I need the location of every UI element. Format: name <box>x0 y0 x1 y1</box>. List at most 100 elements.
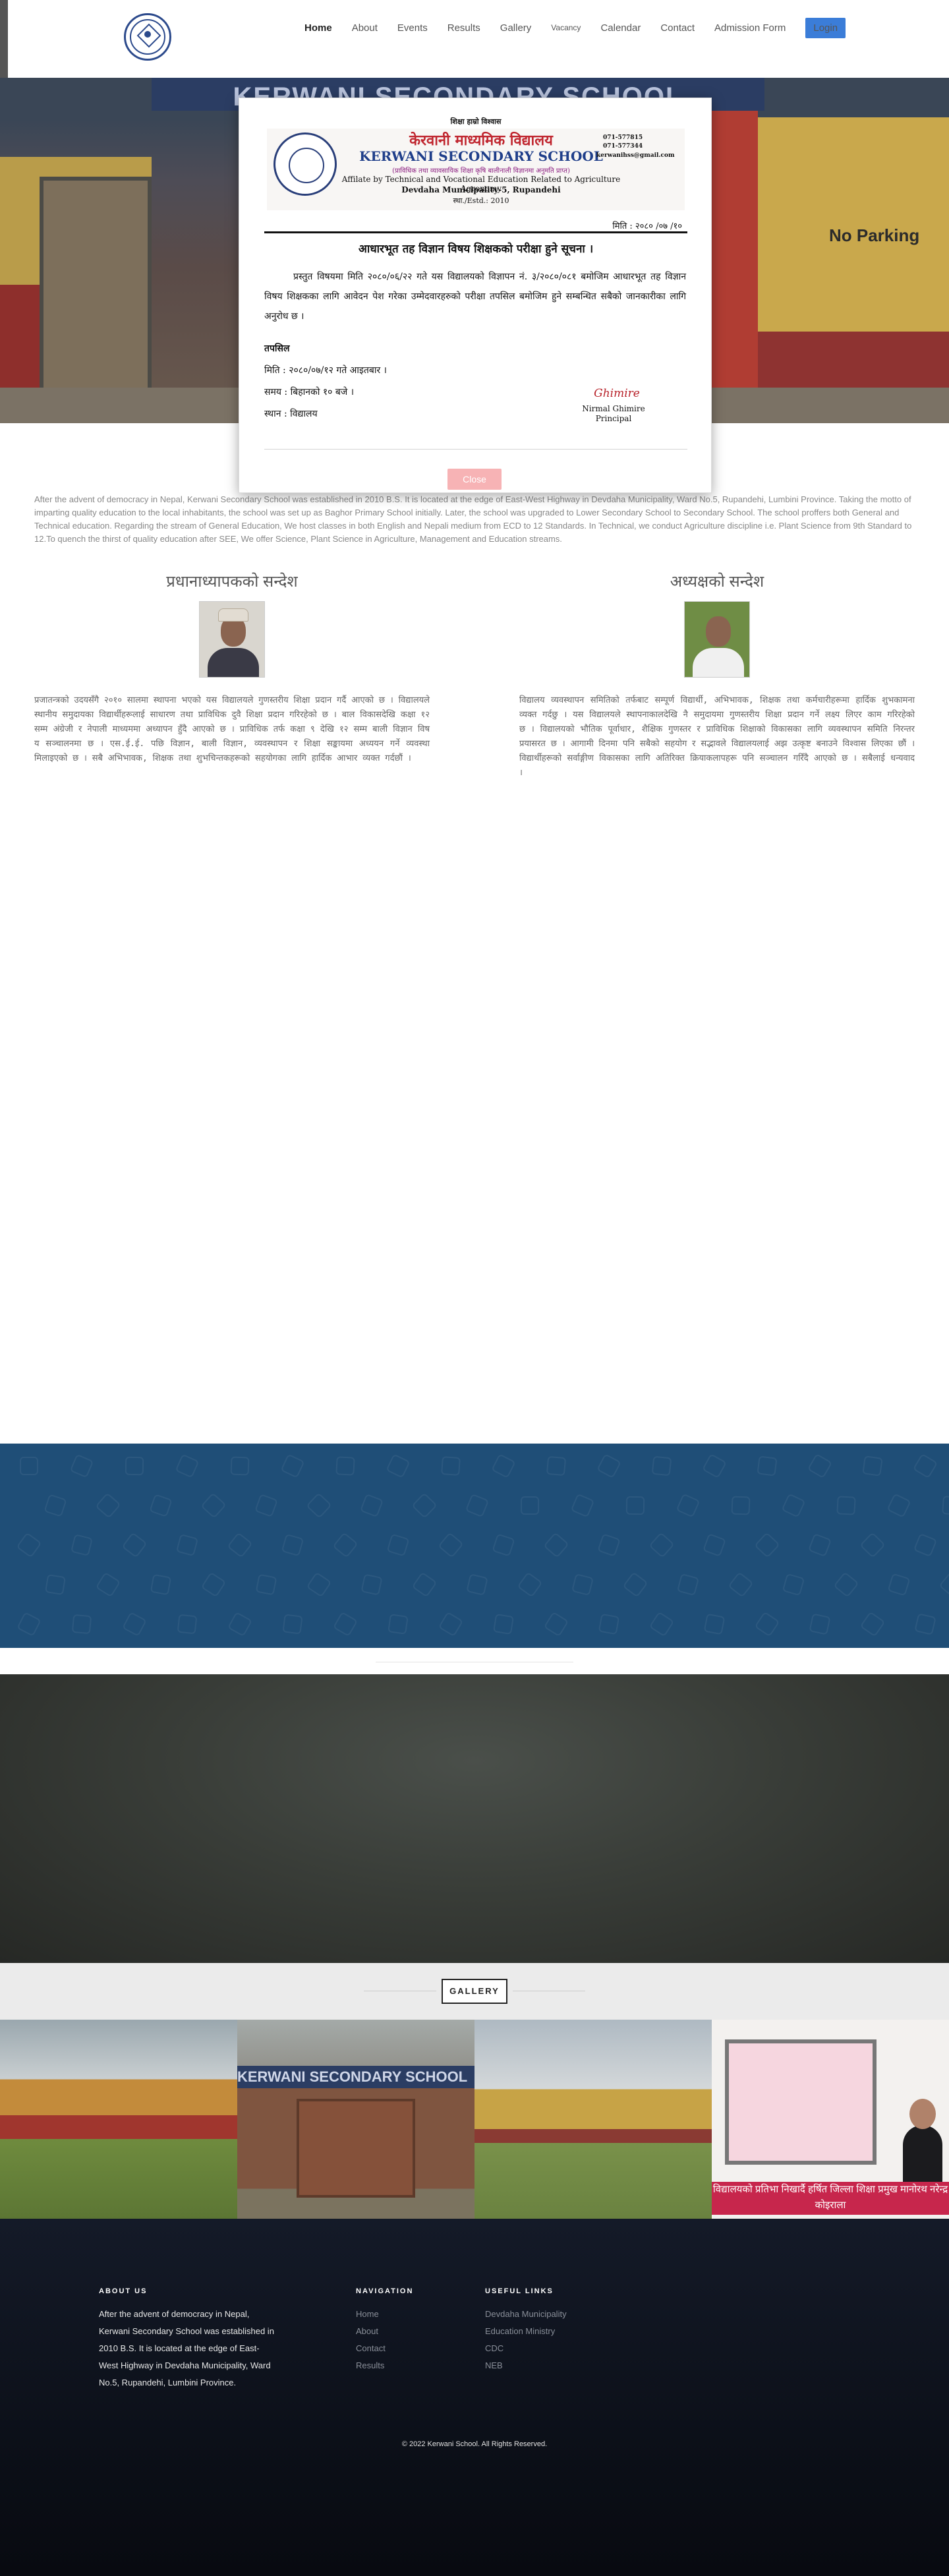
footer-link-about[interactable]: About <box>356 2323 413 2340</box>
pattern-icon <box>332 1532 359 1558</box>
pattern-icon <box>227 1532 253 1558</box>
pattern-icon <box>149 1494 173 1517</box>
pattern-icon <box>862 1455 883 1477</box>
gallery-person <box>903 2125 942 2184</box>
site-header: Home About Events Results Gallery Vacanc… <box>0 0 949 78</box>
school-logo[interactable] <box>124 13 171 61</box>
pattern-icon <box>20 1457 38 1475</box>
nav-about[interactable]: About <box>352 22 378 34</box>
chairperson-message-heading: अध्यक्षको सन्देश <box>670 573 764 591</box>
logo-emblem <box>130 19 165 55</box>
close-button[interactable]: Close <box>447 469 502 490</box>
pattern-icon <box>388 1614 409 1635</box>
notice-body: प्रस्तुत विषयमा मिति २०८०/०६/२२ गते यस व… <box>264 267 686 326</box>
gallery-photo-school-building[interactable] <box>0 2020 237 2219</box>
nav-home[interactable]: Home <box>304 22 332 34</box>
letterhead-school-np: केरवानी माध्यमिक विद्यालय <box>409 132 553 149</box>
pattern-icon <box>942 1496 949 1515</box>
pattern-icon <box>438 1532 464 1558</box>
notice-image: शिक्षा हाम्रो विश्वास केरवानी माध्यमिक व… <box>262 117 690 462</box>
footer-link-neb[interactable]: NEB <box>485 2357 567 2374</box>
footer-link-home[interactable]: Home <box>356 2306 413 2323</box>
pattern-icon <box>16 1532 42 1558</box>
footer-link-cdc[interactable]: CDC <box>485 2340 567 2357</box>
notice-details-label: तपसिल <box>264 343 290 354</box>
pattern-icon <box>122 1612 147 1637</box>
blue-pattern-section <box>0 1444 949 1648</box>
nav-admission-form[interactable]: Admission Form <box>714 22 786 34</box>
pattern-icon <box>622 1571 648 1598</box>
pattern-icon <box>543 1611 569 1637</box>
footer-link-results[interactable]: Results <box>356 2357 413 2374</box>
letterhead-estd: स्था./Estd.: 2010 <box>453 196 509 205</box>
pattern-icon <box>754 1611 780 1637</box>
photo-body <box>693 648 744 677</box>
principal-message-heading: प्रधानाध्यापकको सन्देश <box>166 573 298 591</box>
nav-contact[interactable]: Contact <box>660 22 695 34</box>
nav-gallery[interactable]: Gallery <box>500 22 532 34</box>
modal-footer-divider <box>264 449 687 450</box>
footer-link-contact[interactable]: Contact <box>356 2340 413 2357</box>
pattern-icon <box>781 1493 806 1518</box>
pattern-icon <box>676 1493 701 1518</box>
pattern-icon <box>598 1613 620 1635</box>
pattern-icon <box>359 1493 384 1518</box>
signer: Nirmal Ghimire Principal <box>561 404 666 424</box>
pattern-icon <box>859 1611 886 1637</box>
pattern-icon <box>492 1533 515 1557</box>
gallery-grid: KERWANI SECONDARY SCHOOL विद्यालयको प्रत… <box>0 2020 949 2219</box>
notice-body-text: प्रस्तुत विषयमा मिति २०८०/०६/२२ गते यस व… <box>264 272 686 322</box>
letterhead-phones: 071-577815 071-577344 <box>603 134 682 151</box>
pattern-icon <box>914 1613 936 1635</box>
nav-results[interactable]: Results <box>447 22 480 34</box>
pattern-icon <box>938 1571 949 1598</box>
gallery-header: GALLERY <box>0 1963 949 2020</box>
notice-detail-place: स्थान : विद्यालय <box>264 409 318 419</box>
pattern-icon <box>306 1492 332 1519</box>
pattern-icon <box>386 1533 410 1557</box>
nav-events[interactable]: Events <box>397 22 428 34</box>
pattern-icon <box>95 1571 121 1598</box>
nav-calendar[interactable]: Calendar <box>600 22 641 34</box>
pattern-icon <box>521 1496 539 1515</box>
gallery-photo-school-ground[interactable] <box>474 2020 712 2219</box>
pattern-icon <box>625 1496 645 1515</box>
photo-cap <box>218 608 248 622</box>
pattern-icon <box>150 1573 172 1596</box>
notice-date: मिति : २०८० /०७ /१० <box>612 221 682 231</box>
school-seal-icon <box>273 132 337 196</box>
pattern-icon <box>701 1453 728 1479</box>
chairperson-message-text: विद्यालय व्यवस्थापन समितिको तर्फबाट सम्प… <box>519 695 915 778</box>
gallery-gate-banner: KERWANI SECONDARY SCHOOL <box>237 2066 474 2088</box>
nav-vacancy[interactable]: Vacancy <box>551 23 581 32</box>
pattern-icon <box>648 1611 675 1637</box>
pattern-icon <box>95 1492 121 1519</box>
footer-link-devdaha[interactable]: Devdaha Municipality <box>485 2306 567 2323</box>
chairperson-message: अध्यक्षको सन्देश विद्यालय व्यवस्थापन समि… <box>519 572 915 780</box>
photo-body <box>208 648 259 677</box>
login-button[interactable]: Login <box>805 17 846 38</box>
pattern-icon <box>913 1533 938 1558</box>
gallery-title: GALLERY <box>442 1979 507 2004</box>
pattern-icon <box>280 1453 305 1478</box>
pattern-icon <box>332 1611 359 1637</box>
pattern-icon <box>43 1494 67 1517</box>
pattern-icon <box>441 1456 461 1476</box>
notice-tagline: शिक्षा हाम्रो विश्वास <box>450 117 502 126</box>
footer-link-education-ministry[interactable]: Education Ministry <box>485 2323 567 2340</box>
pattern-icon <box>676 1573 700 1596</box>
footer-about-text: After the advent of democracy in Nepal, … <box>99 2309 274 2387</box>
pattern-icon <box>16 1612 42 1637</box>
gallery-photo-notice-board[interactable]: विद्यालयको प्रतिभा निखार्दै हर्षित जिल्ल… <box>712 2020 949 2219</box>
pattern-icon <box>546 1455 567 1477</box>
pattern-icon <box>411 1571 438 1598</box>
pattern-icon <box>306 1571 332 1598</box>
gallery-photo-school-gate[interactable]: KERWANI SECONDARY SCHOOL <box>237 2020 474 2219</box>
gallery-gate <box>297 2099 415 2198</box>
pattern-icon <box>121 1532 148 1558</box>
gallery-person-face <box>909 2099 936 2129</box>
pattern-icon <box>177 1614 198 1635</box>
pattern-icon <box>859 1532 886 1558</box>
pattern-icon <box>255 1573 277 1596</box>
photo-head <box>706 616 731 647</box>
